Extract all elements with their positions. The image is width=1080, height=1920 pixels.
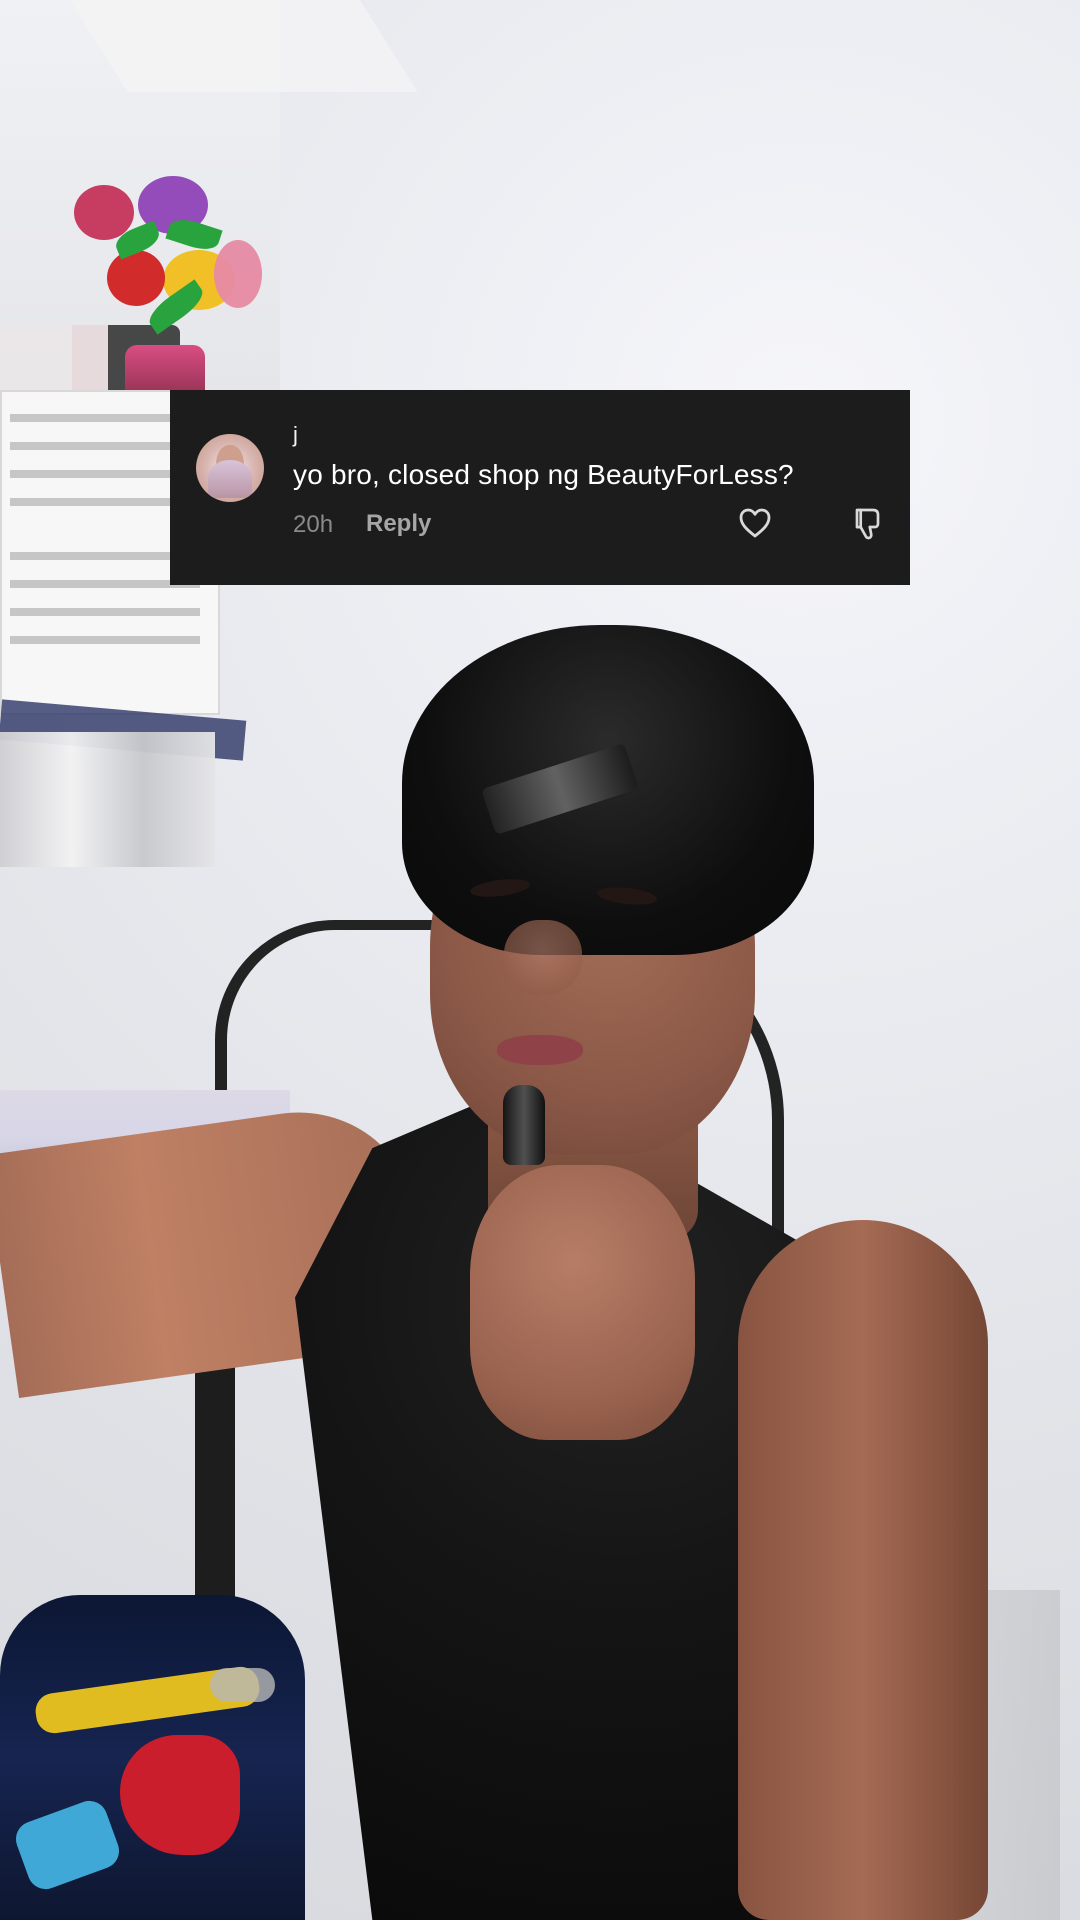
avatar[interactable]: [196, 434, 264, 502]
comment-text: yo bro, closed shop ng BeautyForLess?: [293, 459, 794, 490]
hand: [470, 1165, 695, 1440]
thumbs-down-icon: [855, 508, 880, 540]
heart-icon: [739, 508, 771, 538]
comment-username[interactable]: j: [293, 424, 298, 446]
dislike-button[interactable]: [846, 503, 886, 543]
video-frame: j yo bro, closed shop ng BeautyForLess? …: [0, 0, 1080, 1920]
comment-card: j yo bro, closed shop ng BeautyForLess? …: [170, 390, 910, 585]
comment-time: 20h: [293, 511, 334, 538]
aircon-grill: [10, 608, 200, 616]
blanket-pattern: [210, 1668, 275, 1702]
blanket-pattern: [120, 1735, 240, 1855]
foil-covering: [0, 732, 215, 867]
aircon-grill: [10, 636, 200, 644]
right-arm: [738, 1220, 988, 1920]
mouth: [497, 1035, 583, 1065]
microphone: [503, 1085, 545, 1165]
flower: [107, 250, 165, 306]
ceiling-strip: [70, 0, 418, 92]
like-button[interactable]: [735, 503, 775, 543]
flower: [214, 240, 262, 308]
nose: [504, 920, 582, 995]
reply-button[interactable]: Reply: [366, 510, 431, 538]
